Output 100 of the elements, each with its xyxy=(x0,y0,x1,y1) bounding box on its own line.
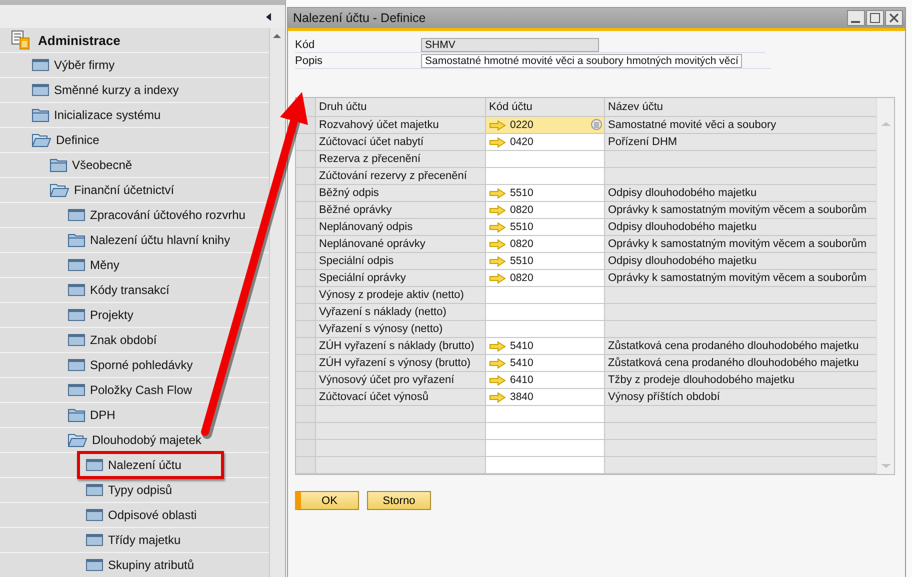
minimize-icon[interactable] xyxy=(847,10,865,26)
account-code: 5510 xyxy=(510,255,534,267)
table-cell: Odpisy dlouhodobého majetku xyxy=(605,219,876,235)
tree-item[interactable]: Skupiny atributů xyxy=(108,558,194,572)
table-cell: Oprávky k samostatným movitým věcem a souborům xyxy=(605,202,876,218)
table-cell[interactable] xyxy=(486,440,605,456)
table-cell[interactable]: 0820 xyxy=(486,236,605,252)
tree-item[interactable]: Znak období xyxy=(90,333,157,347)
table-cell[interactable] xyxy=(486,457,605,473)
link-arrow-icon[interactable] xyxy=(489,358,506,368)
text-field[interactable]: Samostatné hmotné movité věci a soubory hmotných movitých věcí xyxy=(421,54,742,68)
table-cell: Zúčtovací účet nabytí xyxy=(316,134,486,150)
window-icon xyxy=(68,309,85,321)
table-cell: Speciální odpis xyxy=(316,253,486,269)
link-arrow-icon[interactable] xyxy=(489,238,506,250)
link-arrow-icon[interactable] xyxy=(489,188,506,198)
tree-item[interactable]: Měny xyxy=(90,258,120,272)
window-icon xyxy=(32,84,49,96)
window-icon xyxy=(86,484,103,496)
window-title: Nalezení účtu - Definice xyxy=(293,11,426,25)
table-cell: Oprávky k samostatným movitým věcem a souborům xyxy=(605,270,876,286)
account-code: 5410 xyxy=(510,357,534,369)
window-icon xyxy=(68,209,85,221)
table-cell: Odpisy dlouhodobého majetku xyxy=(605,253,876,269)
table-cell[interactable]: 3840 xyxy=(486,389,605,405)
tree-item[interactable]: Všeobecně xyxy=(72,158,132,172)
table-cell[interactable] xyxy=(486,168,605,184)
window-icon xyxy=(68,359,85,371)
link-arrow-icon[interactable] xyxy=(489,392,506,402)
table-cell: Výnosový účet pro vyřazení xyxy=(316,372,486,388)
table-cell: Zůstatková cena prodaného dlouhodobého majetku xyxy=(605,355,876,371)
table-cell: Běžný odpis xyxy=(316,185,486,201)
splitter-handle[interactable] xyxy=(285,0,286,577)
table-cell[interactable]: 0220 xyxy=(486,117,605,133)
table-cell[interactable]: 6410 xyxy=(486,372,605,388)
account-code: 0820 xyxy=(510,238,534,250)
table-cell: Zúčtovací účet výnosů xyxy=(316,389,486,405)
link-arrow-icon[interactable] xyxy=(489,204,506,216)
scrollbar[interactable] xyxy=(876,98,894,474)
dialog-button[interactable]: Storno xyxy=(367,491,431,510)
table-cell: Oprávky k samostatným movitým věcem a souborům xyxy=(605,236,876,252)
table-cell: Výnosy příštích období xyxy=(605,389,876,405)
tree-item[interactable]: Projekty xyxy=(90,308,134,322)
table-cell: Odpisy dlouhodobého majetku xyxy=(605,185,876,201)
table-cell[interactable] xyxy=(486,423,605,439)
tree-item[interactable]: Nalezení účtu xyxy=(108,458,182,472)
maximize-icon[interactable] xyxy=(866,10,884,26)
tree-item[interactable]: Kódy transakcí xyxy=(90,283,170,297)
table-cell: Zúčtování rezervy z přecenění xyxy=(316,168,486,184)
account-code: 0220 xyxy=(510,119,534,131)
account-code: 6410 xyxy=(510,374,534,386)
link-arrow-icon[interactable] xyxy=(489,256,506,266)
link-arrow-icon[interactable] xyxy=(489,120,506,130)
table-cell[interactable] xyxy=(486,304,605,320)
list-icon[interactable] xyxy=(591,119,602,130)
collapse-icon[interactable] xyxy=(266,12,271,20)
account-code: 0820 xyxy=(510,204,534,216)
table-cell[interactable]: 5410 xyxy=(486,355,605,371)
table-cell[interactable]: 0820 xyxy=(486,270,605,286)
table-cell[interactable]: 0420 xyxy=(486,134,605,150)
table-cell: Běžné oprávky xyxy=(316,202,486,218)
window-icon xyxy=(68,259,85,271)
account-code: 3840 xyxy=(510,391,534,403)
close-icon[interactable] xyxy=(885,10,903,26)
tree-item[interactable]: Typy odpisů xyxy=(108,483,172,497)
table-cell[interactable] xyxy=(486,321,605,337)
table-cell: ZÚH vyřazení s náklady (brutto) xyxy=(316,338,486,354)
table-cell: Neplánovaný odpis xyxy=(316,219,486,235)
table-cell[interactable] xyxy=(486,406,605,422)
link-arrow-icon[interactable] xyxy=(489,340,506,352)
tree-item[interactable]: Třídy majetku xyxy=(108,533,181,547)
link-arrow-icon[interactable] xyxy=(489,272,506,284)
window-icon xyxy=(86,509,103,521)
tree-item[interactable]: DPH xyxy=(90,408,116,422)
table-cell[interactable]: 0820 xyxy=(486,202,605,218)
table-cell: Rezerva z přecenění xyxy=(316,151,486,167)
window-icon xyxy=(32,59,49,71)
tree-item[interactable]: Definice xyxy=(56,133,100,147)
table-cell[interactable] xyxy=(486,287,605,303)
table-cell: ZÚH vyřazení s výnosy (brutto) xyxy=(316,355,486,371)
tree-item[interactable]: Výběr firmy xyxy=(54,58,115,72)
table-cell[interactable]: 5510 xyxy=(486,185,605,201)
window-icon xyxy=(86,459,103,471)
link-arrow-icon[interactable] xyxy=(489,136,506,148)
dialog-button[interactable]: OK xyxy=(295,491,359,510)
account-code: 0820 xyxy=(510,272,534,284)
table-cell[interactable] xyxy=(486,151,605,167)
tree-item[interactable]: Administrace xyxy=(38,32,120,48)
window-icon xyxy=(86,534,103,546)
link-arrow-icon[interactable] xyxy=(489,222,506,232)
scrollbar[interactable] xyxy=(269,28,285,577)
link-arrow-icon[interactable] xyxy=(489,374,506,386)
window-icon xyxy=(68,334,85,346)
field-label: Popis xyxy=(295,54,324,66)
table-cell: Tžby z prodeje dlouhodobého majetku xyxy=(605,372,876,388)
table-cell: Výnosy z prodeje aktiv (netto) xyxy=(316,287,486,303)
tree-item[interactable]: Odpisové oblasti xyxy=(108,508,197,522)
table-cell[interactable]: 5510 xyxy=(486,253,605,269)
table-cell[interactable]: 5410 xyxy=(486,338,605,354)
table-cell[interactable]: 5510 xyxy=(486,219,605,235)
